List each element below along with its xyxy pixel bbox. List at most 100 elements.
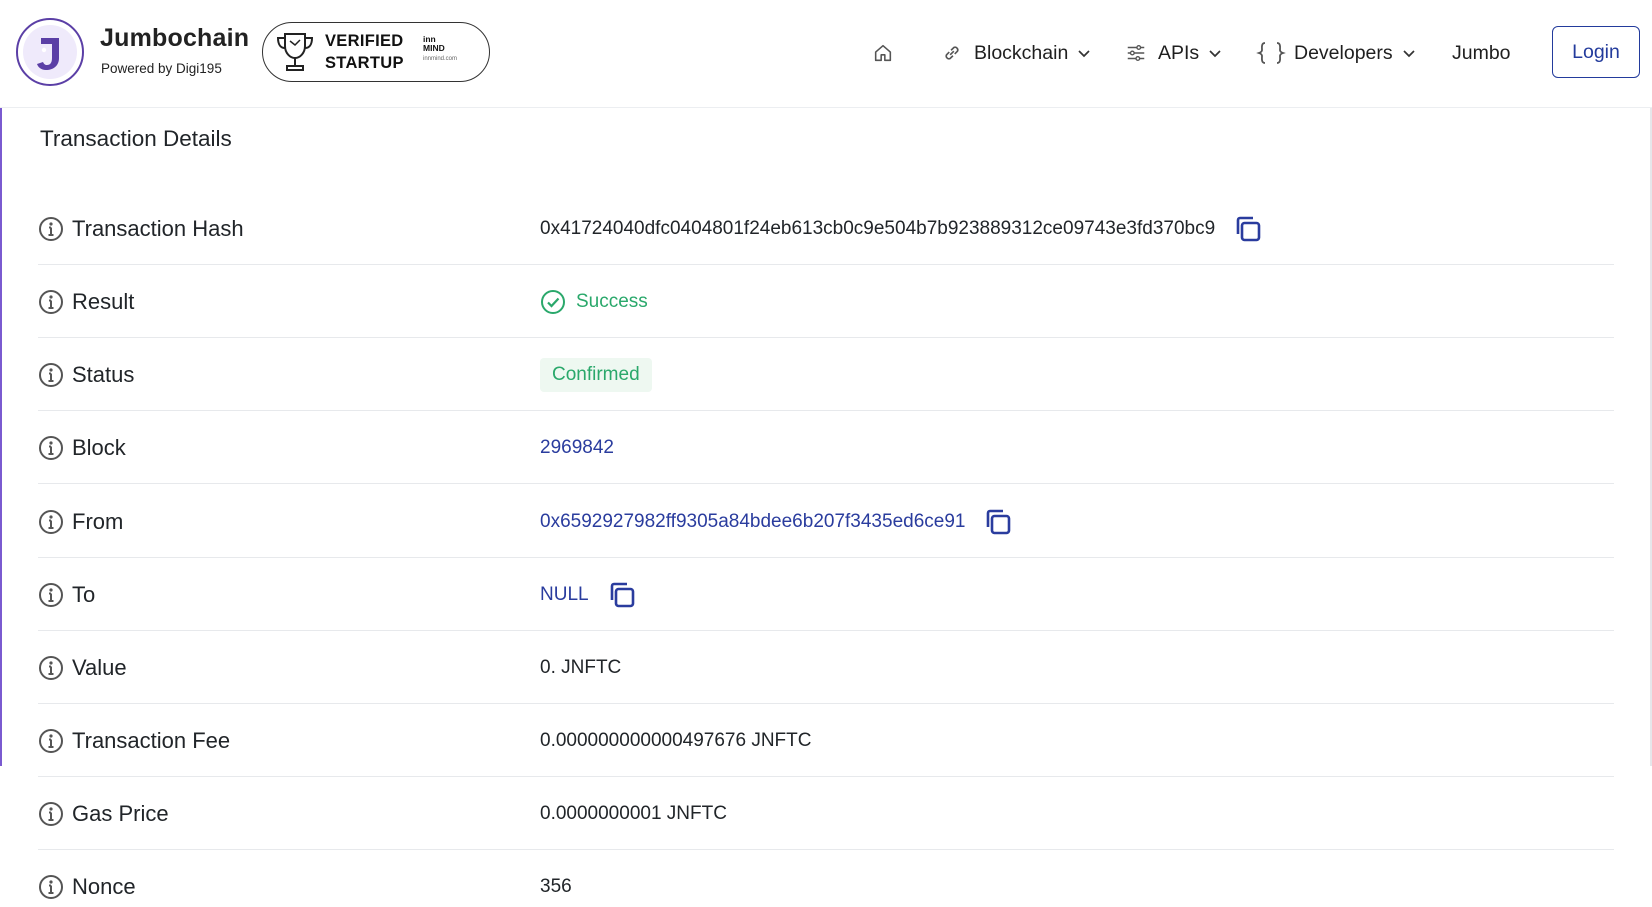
verified-startup-badge: VERIFIED STARTUP inn MIND innmind.com bbox=[262, 22, 490, 82]
transaction-hash-copy-button[interactable] bbox=[1233, 214, 1263, 244]
detail-row-transaction-fee: Transaction Fee 0.000000000000497676 JNFT… bbox=[38, 704, 1614, 777]
from-label: From bbox=[38, 485, 123, 558]
badge-line-verified: VERIFIED bbox=[325, 32, 404, 50]
brand-subtitle: Powered by Digi195 bbox=[101, 61, 222, 76]
copy-icon bbox=[1236, 216, 1261, 241]
card-accent-border bbox=[0, 108, 2, 766]
innmind-line2: MIND bbox=[423, 43, 445, 53]
to-copy-button[interactable] bbox=[607, 580, 637, 610]
value-label-text: Value bbox=[72, 654, 127, 680]
from-copy-button[interactable] bbox=[983, 507, 1013, 537]
transaction-hash-label-text: Transaction Hash bbox=[72, 215, 244, 241]
chevron-down-icon bbox=[1078, 50, 1090, 58]
login-button[interactable]: Login bbox=[1552, 26, 1640, 78]
to-value-text[interactable]: NULL bbox=[540, 584, 589, 606]
detail-row-status: Status Confirmed bbox=[38, 338, 1614, 411]
info-icon bbox=[39, 362, 63, 387]
info-icon bbox=[39, 216, 63, 241]
to-label-text: To bbox=[72, 581, 96, 607]
copy-icon bbox=[987, 509, 1011, 534]
nav-apis-label: APIs bbox=[1158, 41, 1200, 64]
gas-price-label-text: Gas Price bbox=[72, 800, 169, 826]
nav-developers[interactable]: Developers bbox=[1256, 38, 1417, 68]
transaction-fee-label-text: Transaction Fee bbox=[72, 727, 231, 753]
nonce-label: Nonce bbox=[38, 850, 136, 907]
trophy-icon bbox=[276, 33, 314, 71]
detail-row-transaction-hash: Transaction Hash 0x41724040dfc0404801f24e… bbox=[38, 192, 1614, 265]
status-label: Status bbox=[38, 338, 134, 411]
gas-price-label: Gas Price bbox=[38, 777, 169, 850]
badge-text: VERIFIED STARTUP bbox=[325, 30, 404, 74]
detail-row-from: From 0x6592927982ff9305a84bdee6b207f3435e… bbox=[38, 485, 1614, 558]
detail-row-gas-price: Gas Price 0.0000000001 JNFTC bbox=[38, 777, 1614, 850]
block-label: Block bbox=[38, 411, 126, 484]
nav-developers-label: Developers bbox=[1294, 41, 1393, 64]
transaction-fee-label: Transaction Fee bbox=[38, 704, 230, 777]
result-label-text: Result bbox=[72, 288, 135, 314]
transaction-fee-value: 0.000000000000497676 JNFTC bbox=[540, 704, 811, 777]
chevron-down-icon bbox=[1403, 50, 1415, 58]
info-icon bbox=[39, 655, 63, 680]
detail-row-result: Result Success bbox=[38, 265, 1614, 338]
from-value-text[interactable]: 0x6592927982ff9305a84bdee6b207f3435ed6ce… bbox=[540, 511, 965, 533]
value-value: 0. JNFTC bbox=[540, 631, 621, 704]
nav-home[interactable] bbox=[872, 38, 894, 68]
detail-row-nonce: Nonce 356 bbox=[38, 850, 1614, 907]
sliders-icon bbox=[1127, 44, 1145, 62]
copy-icon bbox=[610, 582, 634, 607]
info-icon bbox=[39, 801, 63, 826]
nav-blockchain[interactable]: Blockchain bbox=[940, 38, 1092, 68]
transaction-hash-label: Transaction Hash bbox=[38, 192, 244, 265]
to-value: NULL bbox=[540, 558, 637, 631]
result-label: Result bbox=[38, 265, 134, 338]
status-badge: Confirmed bbox=[540, 357, 652, 392]
detail-row-block: Block 2969842 bbox=[38, 411, 1614, 484]
value-value-text: 0. JNFTC bbox=[540, 656, 622, 678]
logo-j-icon bbox=[37, 38, 59, 70]
result-value: Success bbox=[540, 265, 648, 338]
jumbochain-logo[interactable] bbox=[16, 18, 84, 86]
info-icon bbox=[39, 289, 63, 314]
info-icon bbox=[39, 509, 63, 534]
page-title: Transaction Details bbox=[40, 126, 232, 151]
gas-price-value: 0.0000000001 JNFTC bbox=[540, 777, 727, 850]
to-label: To bbox=[38, 558, 95, 631]
status-value: Confirmed bbox=[540, 338, 652, 411]
nav-apis[interactable]: APIs bbox=[1124, 38, 1223, 68]
block-label-text: Block bbox=[72, 434, 126, 460]
transaction-hash-value: 0x41724040dfc0404801f24eb613cb0c9e504b7b… bbox=[540, 192, 1263, 265]
info-icon bbox=[39, 728, 63, 753]
result-value-text: Success bbox=[576, 290, 648, 312]
value-label: Value bbox=[38, 631, 127, 704]
status-label-text: Status bbox=[72, 361, 135, 387]
gas-price-value-text: 0.0000000001 JNFTC bbox=[540, 802, 727, 824]
from-value: 0x6592927982ff9305a84bdee6b207f3435ed6ce… bbox=[540, 485, 1013, 558]
detail-row-to: To NULL bbox=[38, 558, 1614, 631]
chevron-down-icon bbox=[1209, 50, 1221, 58]
check-circle-icon bbox=[541, 289, 565, 314]
detail-row-value: Value 0. JNFTC bbox=[38, 631, 1614, 704]
brand-title[interactable]: Jumbochain bbox=[100, 24, 249, 53]
innmind-mark: inn MIND innmind.com bbox=[423, 35, 457, 64]
innmind-url: innmind.com bbox=[423, 56, 458, 62]
code-braces-icon bbox=[1256, 42, 1286, 64]
top-header: Jumbochain Powered by Digi195 VERIFIED S… bbox=[0, 0, 1652, 108]
nav-blockchain-label: Blockchain bbox=[974, 41, 1069, 64]
nonce-value: 356 bbox=[540, 850, 572, 907]
from-label-text: From bbox=[72, 508, 124, 534]
home-icon bbox=[874, 44, 892, 62]
badge-line-startup: STARTUP bbox=[325, 54, 404, 72]
transaction-hash-value-text: 0x41724040dfc0404801f24eb613cb0c9e504b7b… bbox=[540, 217, 1216, 239]
nav-jumbo[interactable]: Jumbo bbox=[1452, 38, 1511, 68]
logo-mark bbox=[23, 25, 77, 79]
info-icon bbox=[39, 874, 63, 899]
info-icon bbox=[39, 435, 63, 460]
block-value-text[interactable]: 2969842 bbox=[540, 437, 614, 459]
nonce-value-text: 356 bbox=[540, 875, 572, 897]
info-icon bbox=[39, 582, 63, 607]
transaction-fee-value-text: 0.000000000000497676 JNFTC bbox=[540, 729, 812, 751]
block-value: 2969842 bbox=[540, 411, 614, 484]
nonce-label-text: Nonce bbox=[72, 873, 136, 899]
nav-jumbo-label: Jumbo bbox=[1452, 41, 1511, 64]
link-icon bbox=[945, 46, 959, 60]
